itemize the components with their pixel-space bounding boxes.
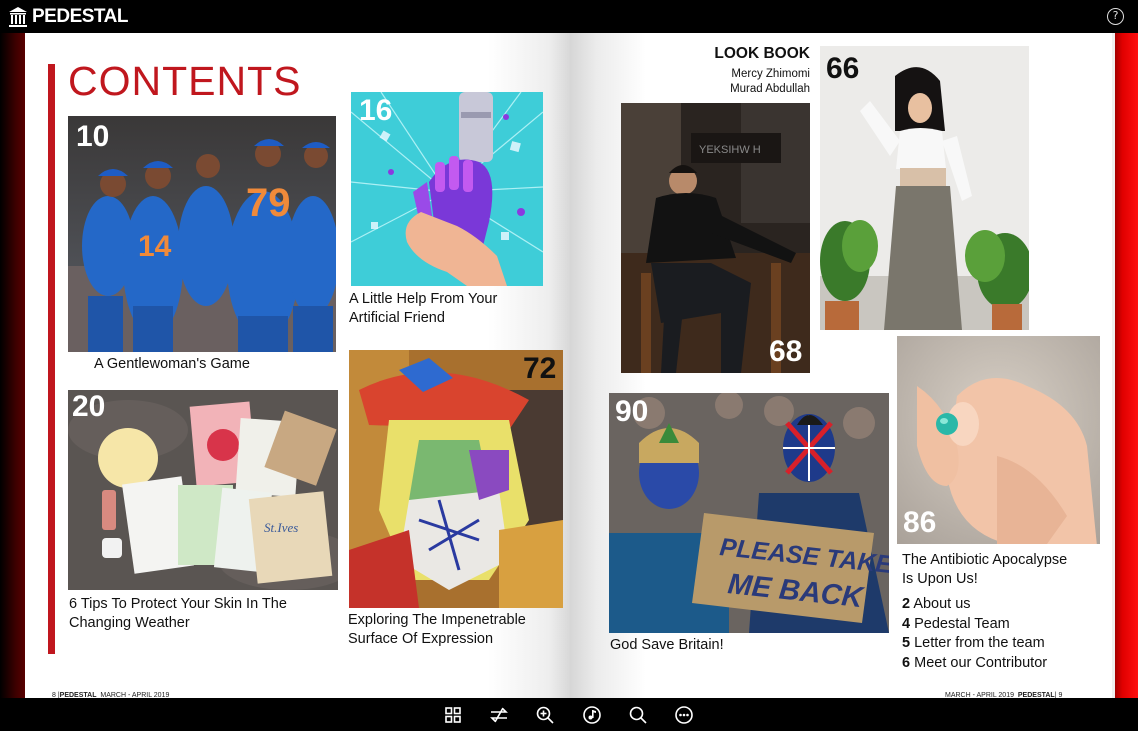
zoom-in-icon[interactable] bbox=[535, 705, 555, 725]
article-image-lookbook-man[interactable]: YEKSIHW H 68 bbox=[621, 103, 810, 373]
lookbook-man-photo: YEKSIHW H bbox=[621, 103, 810, 373]
toc-label: Letter from the team bbox=[914, 635, 1045, 651]
lookbook-title: LOOK BOOK bbox=[714, 45, 810, 62]
cubist-painting bbox=[349, 350, 563, 608]
page-number-16: 16 bbox=[359, 94, 393, 127]
caption-god-save-britain[interactable]: God Save Britain! bbox=[610, 636, 724, 655]
caption-line: Changing Weather bbox=[69, 615, 190, 631]
music-icon[interactable] bbox=[582, 705, 602, 725]
lookbook-credit: Mercy Zhimomi bbox=[731, 68, 810, 80]
lookbook-woman-photo bbox=[820, 46, 1029, 330]
svg-text:14: 14 bbox=[138, 230, 172, 263]
toc-label: Meet our Contributor bbox=[914, 654, 1048, 671]
right-edge-accent bbox=[1112, 33, 1138, 698]
toc-page-number: 4 bbox=[902, 615, 911, 632]
toc-page-number: 5 bbox=[902, 635, 911, 651]
contents-title: CONTENTS bbox=[68, 58, 302, 104]
article-image-lookbook-woman[interactable]: 66 bbox=[820, 46, 1029, 330]
toc-item-letter[interactable]: 5 Letter from the team bbox=[902, 635, 1047, 655]
left-edge-accent bbox=[0, 33, 25, 698]
toc-label: Pedestal Team bbox=[914, 615, 1010, 632]
toc-list: 2 About us 4 Pedestal Team 5 Letter from… bbox=[902, 596, 1047, 674]
caption-little-help[interactable]: A Little Help From Your Artificial Frien… bbox=[349, 290, 497, 328]
svg-text:YEKSIHW H: YEKSIHW H bbox=[699, 144, 761, 156]
protest-photo: PLEASE TAKE ME BACK bbox=[609, 393, 889, 633]
page-number-20: 20 bbox=[72, 390, 106, 423]
page-number-10: 10 bbox=[76, 120, 110, 153]
caption-skin-tips[interactable]: 6 Tips To Protect Your Skin In The Chang… bbox=[69, 595, 287, 633]
bottom-toolbar bbox=[0, 698, 1138, 731]
caption-gentlewomans-game[interactable]: A Gentlewoman's Game bbox=[94, 355, 250, 374]
top-bar: PEDESTAL ? bbox=[0, 0, 1138, 33]
toc-item-contributor[interactable]: 6 Meet our Contributor bbox=[902, 655, 1047, 675]
toc-page-number: 2 bbox=[902, 596, 911, 612]
swap-icon[interactable] bbox=[489, 705, 509, 725]
help-button[interactable]: ? bbox=[1107, 8, 1124, 25]
article-image-skincare[interactable]: St.Ives 20 bbox=[68, 390, 338, 590]
toc-item-team[interactable]: 4 Pedestal Team bbox=[902, 616, 1047, 636]
article-image-pill[interactable]: 86 bbox=[897, 336, 1100, 544]
page-edge bbox=[1112, 33, 1115, 698]
page-number-66: 66 bbox=[826, 52, 860, 85]
caption-impenetrable[interactable]: Exploring The Impenetrable Surface Of Ex… bbox=[348, 611, 526, 649]
svg-text:79: 79 bbox=[246, 181, 291, 225]
toc-item-about-us[interactable]: 2 About us bbox=[902, 596, 1047, 616]
caption-line: Surface Of Expression bbox=[348, 631, 494, 647]
caption-antibiotic-apocalypse[interactable]: The Antibiotic Apocalypse Is Upon Us! bbox=[902, 551, 1067, 589]
skincare-products-photo: St.Ives bbox=[68, 390, 338, 590]
caption-line: Exploring The Impenetrable bbox=[348, 612, 526, 628]
caption-line: Is Upon Us! bbox=[902, 571, 978, 587]
article-image-robot-hand[interactable]: 16 bbox=[351, 92, 543, 286]
grid-icon[interactable] bbox=[443, 705, 463, 725]
search-icon[interactable] bbox=[628, 705, 648, 725]
page-number-86: 86 bbox=[903, 506, 937, 539]
article-image-painting[interactable]: 72 bbox=[349, 350, 563, 608]
pedestal-icon bbox=[8, 6, 28, 28]
contents-red-rule bbox=[48, 64, 55, 654]
brand-name: PEDESTAL bbox=[32, 6, 128, 27]
svg-text:St.Ives: St.Ives bbox=[264, 520, 298, 535]
more-icon[interactable] bbox=[674, 705, 694, 725]
toc-label: About us bbox=[913, 596, 971, 612]
brand-logo[interactable]: PEDESTAL bbox=[8, 5, 128, 29]
toc-page-number: 6 bbox=[902, 654, 911, 671]
article-image-cricket[interactable]: 14 79 10 bbox=[68, 116, 336, 352]
caption-line: 6 Tips To Protect Your Skin In The bbox=[69, 596, 287, 612]
caption-line: Artificial Friend bbox=[349, 310, 445, 326]
caption-line: The Antibiotic Apocalypse bbox=[902, 552, 1068, 568]
caption-line: A Little Help From Your bbox=[349, 291, 498, 307]
lookbook-credit: Murad Abdullah bbox=[730, 83, 810, 95]
flipbook-viewer: PEDESTAL ? CONTENTS 14 79 10 A Gentlewom… bbox=[0, 0, 1138, 731]
article-image-protest[interactable]: PLEASE TAKE ME BACK 90 bbox=[609, 393, 889, 633]
page-number-72: 72 bbox=[523, 352, 557, 385]
page-number-90: 90 bbox=[615, 395, 649, 428]
page-number-68: 68 bbox=[769, 335, 803, 368]
